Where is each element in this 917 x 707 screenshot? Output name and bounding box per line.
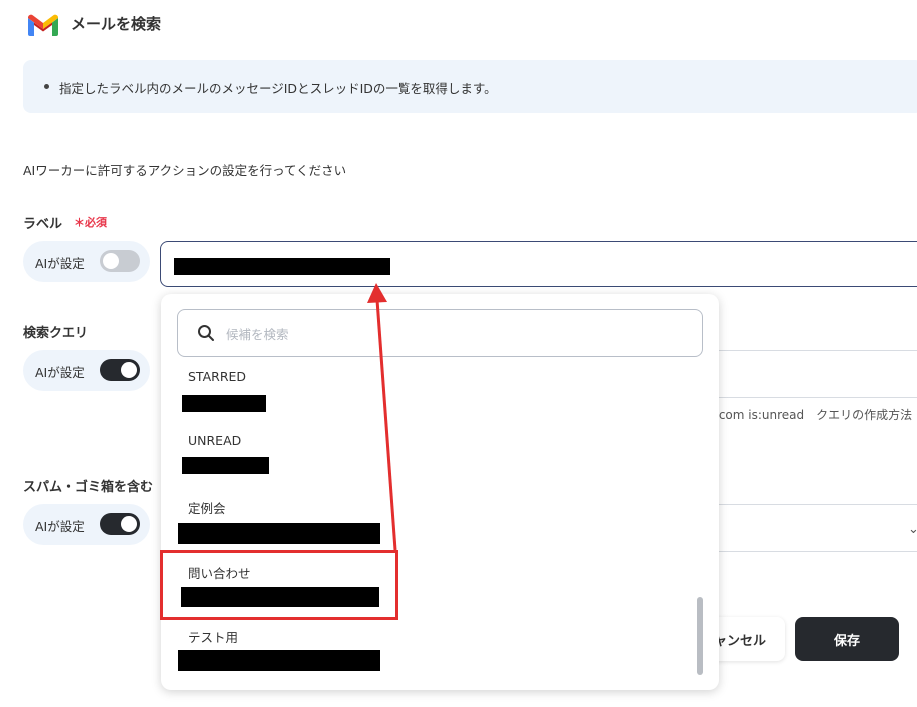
page-title: メールを検索 (71, 15, 162, 33)
ai-setting-label: AIが設定 (35, 519, 85, 534)
query-field-title: 検索クエリ (23, 326, 89, 341)
label-dropdown: STARRED UNREAD 定例会 問い合わせ テスト用 (161, 294, 719, 690)
redacted-value (178, 650, 380, 671)
ai-setting-label: AIが設定 (35, 256, 85, 271)
spam-select[interactable] (700, 504, 917, 552)
toggle-knob (103, 253, 119, 269)
save-button-label: 保存 (833, 634, 860, 649)
label-select-input[interactable] (160, 241, 917, 287)
search-input[interactable] (224, 322, 668, 346)
redacted-value (178, 523, 380, 544)
label-ai-setting: AIが設定 (23, 241, 150, 282)
spam-field-title: スパム・ゴミ箱を含む (23, 480, 154, 495)
toggle-knob (121, 516, 137, 532)
dropdown-search[interactable] (177, 309, 703, 357)
dropdown-scrollbar[interactable] (697, 597, 703, 675)
list-item-label: テスト用 (188, 630, 239, 645)
spam-ai-setting: AIが設定 (23, 504, 150, 545)
list-item-label: STARRED (188, 369, 247, 384)
redacted-value (182, 457, 269, 474)
gmail-icon (27, 14, 59, 36)
spam-ai-toggle[interactable] (100, 513, 140, 535)
list-item-label: 定例会 (188, 501, 226, 516)
bullet-icon (44, 84, 49, 89)
query-ai-setting: AIが設定 (23, 350, 150, 391)
instruction-text: AIワーカーに許可するアクションの設定を行ってください (23, 163, 347, 178)
list-item-label: UNREAD (188, 433, 242, 448)
query-ai-toggle[interactable] (100, 359, 140, 381)
redacted-value (174, 258, 390, 275)
ai-setting-label: AIが設定 (35, 365, 85, 380)
highlight-box (160, 550, 398, 620)
label-field-title: ラベル (23, 217, 63, 232)
toggle-knob (121, 362, 137, 378)
save-button[interactable]: 保存 (795, 617, 899, 661)
label-ai-toggle[interactable] (100, 250, 140, 272)
query-hint: .com is:unread クエリの作成方法 (715, 408, 913, 422)
info-text: 指定したラベル内のメールのメッセージIDとスレッドIDの一覧を取得します。 (59, 81, 497, 96)
required-badge: ＊必須 (74, 216, 107, 229)
search-icon (198, 325, 214, 341)
query-input[interactable] (700, 350, 917, 398)
chevron-down-icon: ⌄ (908, 522, 917, 537)
cancel-button-label: ャンセル (714, 634, 767, 649)
redacted-value (182, 395, 266, 412)
